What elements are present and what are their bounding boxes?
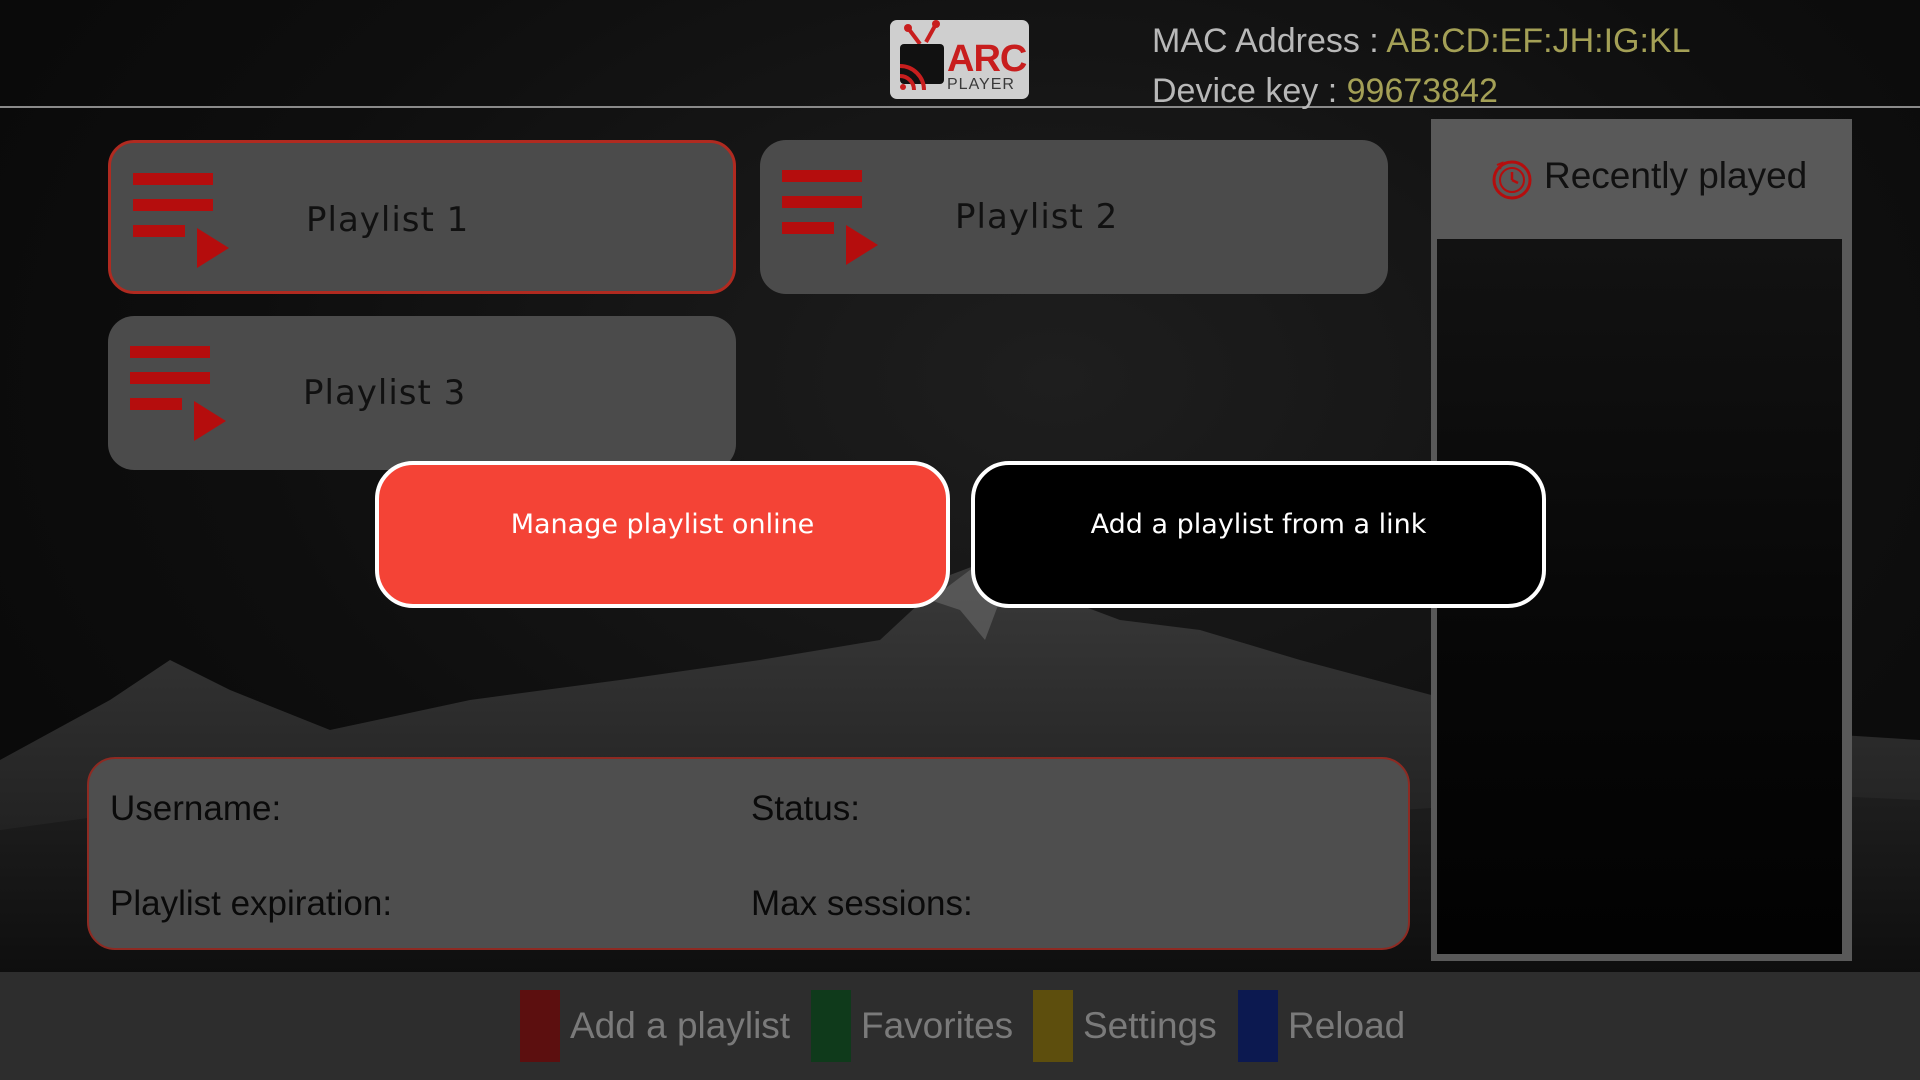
max-sessions-label: Max sessions: bbox=[751, 884, 973, 923]
playlist-label: Playlist 1 bbox=[306, 200, 470, 240]
arc-player-logo: ARC PLAYER bbox=[890, 20, 1029, 99]
username-label: Username: bbox=[110, 789, 282, 828]
add-playlist-hint-label: Add a playlist bbox=[570, 1005, 791, 1046]
playlist-card-2[interactable]: Playlist 2 bbox=[760, 140, 1388, 294]
clock-icon bbox=[1492, 160, 1532, 200]
playlist-info-panel: Username: Status: Playlist expiration: M… bbox=[87, 757, 1410, 950]
recently-played-title: Recently played bbox=[1544, 155, 1808, 196]
bottom-action-bar: Add a playlist Favorites Settings Reload bbox=[0, 972, 1920, 1080]
device-key-label: Device key : bbox=[1152, 72, 1347, 110]
playlist-card-3[interactable]: Playlist 3 bbox=[108, 316, 736, 470]
playlist-label: Playlist 2 bbox=[955, 197, 1119, 237]
blue-key-swatch bbox=[1238, 990, 1278, 1062]
favorites-hint-label: Favorites bbox=[861, 1005, 1014, 1046]
green-key-swatch bbox=[811, 990, 851, 1062]
header-divider bbox=[0, 106, 1920, 108]
playlist-card-1[interactable]: Playlist 1 bbox=[108, 140, 736, 294]
playlist-label: Playlist 3 bbox=[303, 373, 467, 413]
playlist-expiration-label: Playlist expiration: bbox=[110, 884, 393, 923]
mac-address-value: AB:CD:EF:JH:IG:KL bbox=[1386, 22, 1691, 60]
status-label: Status: bbox=[751, 789, 860, 828]
red-key-swatch bbox=[520, 990, 560, 1062]
logo-subtext: PLAYER bbox=[947, 76, 1015, 93]
device-key-line: Device key : 99673842 bbox=[1152, 72, 1498, 111]
playlist-play-icon bbox=[130, 346, 226, 441]
mac-address-line: MAC Address : AB:CD:EF:JH:IG:KL bbox=[1152, 22, 1691, 61]
logo-text: ARC bbox=[947, 38, 1027, 80]
yellow-key-swatch bbox=[1033, 990, 1073, 1062]
reload-hint-label: Reload bbox=[1288, 1005, 1406, 1046]
playlist-play-icon bbox=[782, 170, 878, 265]
device-key-value: 99673842 bbox=[1346, 72, 1498, 110]
recently-played-header: Recently played bbox=[1431, 119, 1852, 239]
playlist-play-icon bbox=[133, 173, 229, 268]
manage-playlist-online-button[interactable]: Manage playlist online bbox=[375, 461, 950, 608]
app-screen: ARC PLAYER MAC Address : AB:CD:EF:JH:IG:… bbox=[0, 0, 1920, 1080]
add-playlist-from-link-button[interactable]: Add a playlist from a link bbox=[971, 461, 1546, 608]
mac-address-label: MAC Address : bbox=[1152, 22, 1387, 60]
settings-hint-label: Settings bbox=[1083, 1005, 1217, 1046]
